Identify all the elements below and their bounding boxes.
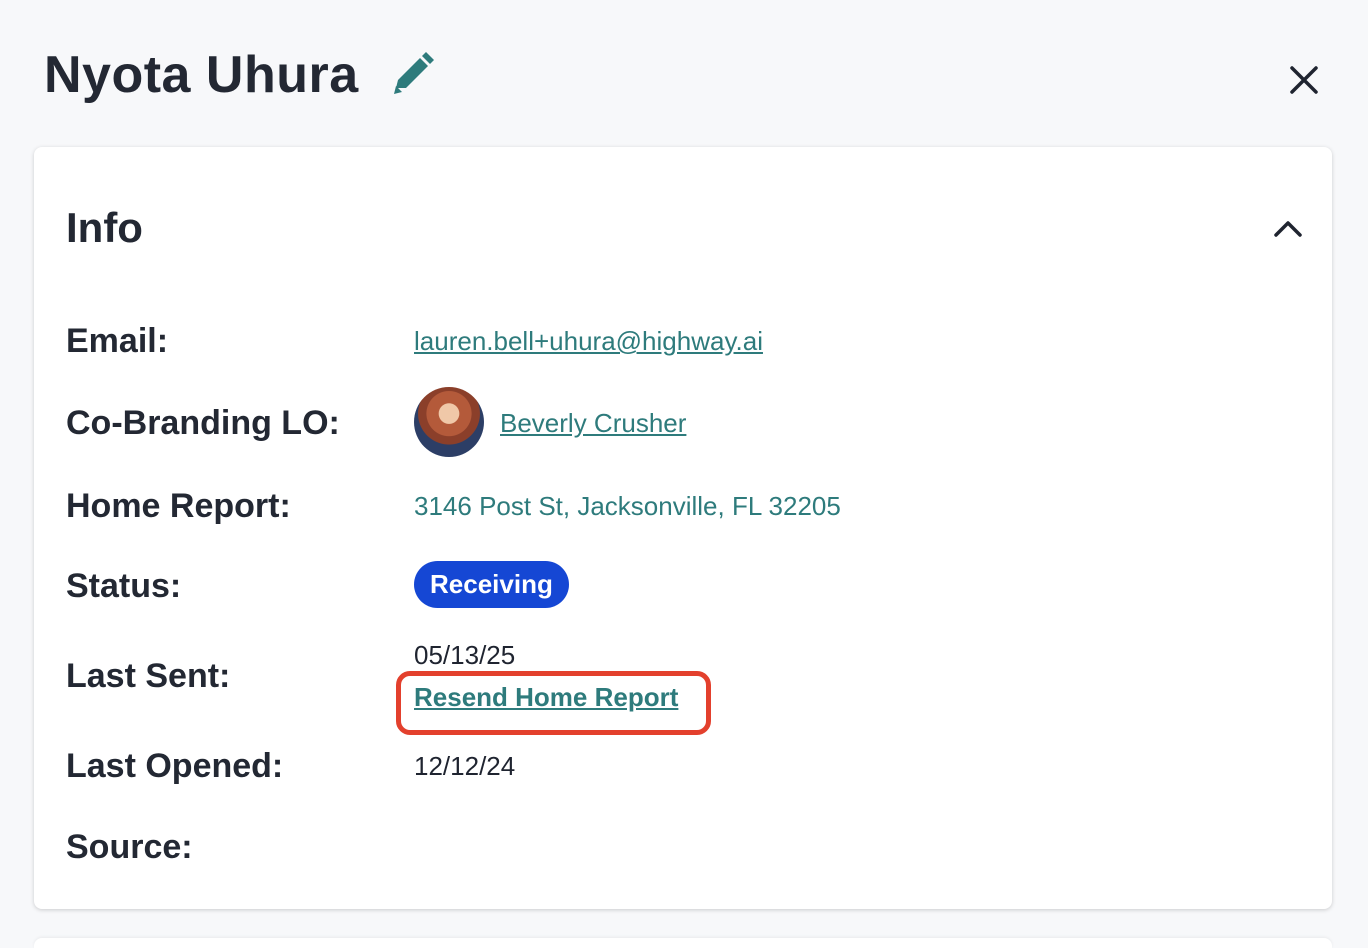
home-report-label: Home Report:	[66, 487, 291, 525]
email-link[interactable]: lauren.bell+uhura@highway.ai	[414, 325, 763, 357]
avatar	[414, 387, 484, 457]
cobranding-lo-link[interactable]: Beverly Crusher	[500, 407, 686, 439]
info-card: Info Email: lauren.bell+uhura@highway.ai…	[34, 147, 1332, 909]
resend-home-report-link[interactable]: Resend Home Report	[414, 681, 678, 713]
last-sent-label: Last Sent:	[66, 657, 231, 695]
next-card-edge	[34, 938, 1332, 948]
section-title: Info	[66, 204, 143, 251]
chevron-up-icon[interactable]	[1270, 211, 1306, 245]
last-sent-date: 05/13/25	[414, 640, 516, 670]
pencil-icon[interactable]	[388, 52, 436, 96]
panel-header: Nyota Uhura	[0, 0, 1368, 148]
last-opened-date: 12/12/24	[414, 751, 516, 781]
source-label: Source:	[66, 828, 193, 866]
page-title: Nyota Uhura	[44, 46, 359, 104]
status-badge: Receiving	[414, 561, 569, 608]
status-label: Status:	[66, 567, 182, 605]
cobranding-label: Co-Branding LO:	[66, 404, 340, 442]
close-icon[interactable]	[1284, 60, 1324, 100]
home-report-address[interactable]: 3146 Post St, Jacksonville, FL 32205	[414, 490, 841, 522]
email-label: Email:	[66, 322, 169, 360]
last-opened-label: Last Opened:	[66, 747, 284, 785]
